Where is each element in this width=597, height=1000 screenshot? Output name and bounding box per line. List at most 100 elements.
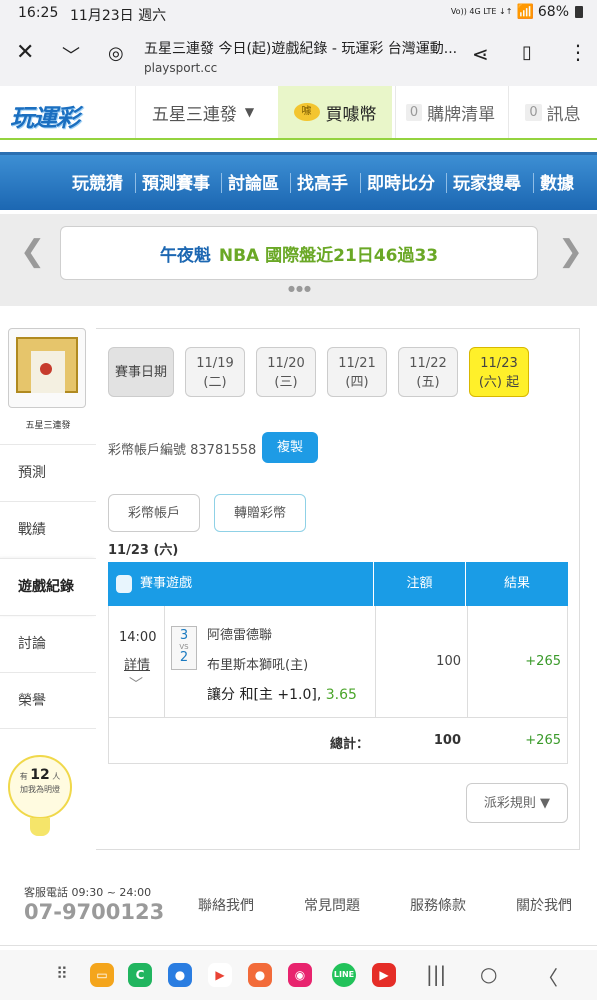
avatar-stamp	[40, 363, 52, 375]
bet-amount: 100	[436, 654, 461, 669]
battery-icon	[575, 6, 583, 18]
date-button[interactable]: 11/19 (二)	[185, 347, 245, 397]
main-nav: 玩競猜 預測賽事 討論區 找高手 即時比分 玩家搜尋 數據	[0, 152, 597, 210]
status-bar: 16:25 11月23日 週六 Vo)) 4G LTE ↓↑ 📶 68%	[0, 0, 597, 26]
game-time: 14:00	[119, 630, 157, 645]
header-amount: 注額	[374, 562, 466, 606]
payout-rules-button[interactable]: 派彩規則 ▼	[466, 783, 568, 823]
recent-apps-icon[interactable]: |||	[426, 962, 446, 986]
files-app-icon[interactable]: ▭	[90, 963, 114, 987]
youtube-app-icon[interactable]: ▶	[372, 963, 396, 987]
date-value: 11/19	[196, 356, 234, 371]
footer-link-terms[interactable]: 服務條款	[410, 895, 466, 915]
buy-coins-button[interactable]: 噱 買噱幣	[278, 86, 392, 138]
header-game: 賽事遊戲	[108, 562, 374, 606]
banner-highlight: 午夜魁	[159, 245, 211, 266]
cart-button[interactable]: 0 購牌清單	[395, 86, 505, 138]
header-result: 結果	[503, 576, 530, 591]
team-home: 布里斯本獅吼(主)	[207, 658, 309, 673]
status-time: 16:25	[18, 5, 59, 21]
date-button[interactable]: 11/20 (三)	[256, 347, 316, 397]
lightbulb-badge[interactable]: 有 12 人 加我為明燈	[8, 755, 72, 819]
nav-item[interactable]: 討論區	[228, 169, 279, 194]
user-dropdown[interactable]: 五星三連發 ▼	[135, 86, 270, 138]
bet-line: 讓分 和[主 +1.0], 3.65	[207, 687, 357, 703]
tracking-protection-icon[interactable]: ◎	[108, 43, 124, 64]
date-button-active[interactable]: 11/23 (六) 起	[469, 347, 529, 397]
sidebar-item-honors[interactable]: 榮譽	[0, 672, 96, 729]
messages-app-icon[interactable]: ●	[168, 963, 192, 987]
nav-item[interactable]: 玩家搜尋	[453, 169, 521, 194]
bulb-text: 加我為明燈	[20, 785, 60, 794]
date-day: (三)	[274, 375, 298, 390]
date-day: (五)	[416, 375, 440, 390]
bulb-prefix: 有	[19, 772, 28, 781]
user-name: 五星三連發	[25, 421, 71, 431]
tab-transfer-coins[interactable]: 轉贈彩幣	[214, 494, 306, 532]
service-phone[interactable]: 07-9700123	[24, 900, 164, 924]
camera-app-icon[interactable]: ◉	[288, 963, 312, 987]
user-dropdown-label: 五星三連發	[151, 104, 237, 125]
chevron-right-icon[interactable]: ❯	[558, 234, 583, 269]
chevron-down-icon[interactable]: ﹀	[129, 674, 143, 694]
sidebar-item-record[interactable]: 戰績	[0, 501, 96, 558]
home-icon[interactable]: ○	[480, 962, 497, 986]
messages-button[interactable]: 0 訊息	[508, 86, 597, 138]
page-title: 五星三連發 今日(起)遊戲紀錄 - 玩運彩 台灣運動...	[144, 41, 458, 57]
nav-item[interactable]: 找高手	[297, 169, 348, 194]
nav-item[interactable]: 即時比分	[367, 169, 435, 194]
copy-button[interactable]: 複製	[262, 432, 318, 463]
nav-separator	[135, 173, 136, 193]
more-menu-icon[interactable]: ⋮	[568, 40, 588, 64]
current-date-heading: 11/23 (六)	[108, 543, 179, 558]
buy-coins-label: 買噱幣	[325, 104, 377, 125]
chevron-left-icon[interactable]: ❮	[20, 234, 45, 269]
contacts-app-icon[interactable]: ●	[248, 963, 272, 987]
sidebar-item-predictions[interactable]: 預測	[0, 444, 96, 501]
sidebar-item-game-history[interactable]: 遊戲紀錄	[0, 558, 96, 615]
footer-link-about[interactable]: 關於我們	[516, 895, 572, 915]
page-url[interactable]: playsport.cc	[144, 61, 217, 75]
back-icon[interactable]: 〈	[538, 962, 558, 991]
caret-down-icon: ▼	[244, 105, 255, 119]
bookmark-icon[interactable]: ▯	[522, 42, 532, 63]
browser-toolbar: ✕ ﹀ ◎ 五星三連發 今日(起)遊戲紀錄 - 玩運彩 台灣運動... play…	[0, 26, 597, 86]
date-day: (二)	[203, 375, 227, 390]
messages-count: 0	[525, 103, 542, 121]
game-history-card: 賽事日期 11/19 (二) 11/20 (三) 11/21 (四) 11/22…	[96, 328, 580, 850]
date-button[interactable]: 11/21 (四)	[327, 347, 387, 397]
footer-link-faq[interactable]: 常見問題	[304, 895, 360, 915]
close-icon[interactable]: ✕	[16, 40, 34, 65]
date-label: 賽事日期	[108, 347, 174, 397]
share-icon[interactable]: ⋖	[472, 42, 489, 66]
phone-app-icon[interactable]: C	[128, 963, 152, 987]
date-button[interactable]: 11/22 (五)	[398, 347, 458, 397]
sidebar: 五星三連發 預測 戰績 遊戲紀錄 討論 榮譽 有 12 人 加我為明燈	[0, 320, 96, 850]
carousel-dots: ●●●	[288, 284, 312, 293]
site-logo[interactable]: 玩運彩	[10, 98, 80, 133]
chevron-down-icon[interactable]: ﹀	[62, 42, 80, 68]
score-away: 3	[179, 628, 189, 643]
status-icons: Vo)) 4G LTE ↓↑ 📶 68%	[451, 4, 583, 20]
bulb-unit: 人	[52, 772, 61, 781]
sidebar-item-discussion[interactable]: 討論	[0, 615, 96, 672]
banner[interactable]: 午夜魁 NBA 國際盤近21日46過33	[60, 226, 538, 280]
date-value: 11/21	[338, 356, 376, 371]
total-result: +265	[525, 733, 561, 748]
nav-item[interactable]: 數據	[540, 169, 574, 194]
bet-result: +265	[525, 654, 561, 669]
app-drawer-icon[interactable]: ⠿	[56, 964, 68, 983]
play-store-icon[interactable]: ▶	[208, 963, 232, 987]
line-app-icon[interactable]: LINE	[332, 963, 356, 987]
bulb-count: 12	[30, 767, 50, 783]
nav-item[interactable]: 玩競猜	[72, 169, 123, 194]
detail-link[interactable]: 詳情	[124, 654, 150, 673]
nav-item[interactable]: 預測賽事	[142, 169, 210, 194]
banner-text: NBA 國際盤近21日46過33	[218, 245, 439, 266]
bet-odds: 3.65	[325, 687, 357, 703]
table-row: 14:00 詳情 ﹀ 3 VS 2 阿德雷德聯 布里斯本獅吼(主) 讓分 和[主…	[108, 606, 568, 718]
android-taskbar: ⠿ ▭ C ● ▶ ● ◉ LINE ▶ ||| ○ 〈	[0, 950, 597, 1000]
footer-link-contact[interactable]: 聯絡我們	[198, 895, 254, 915]
avatar[interactable]	[8, 328, 86, 408]
tab-coin-account[interactable]: 彩幣帳戶	[108, 494, 200, 532]
